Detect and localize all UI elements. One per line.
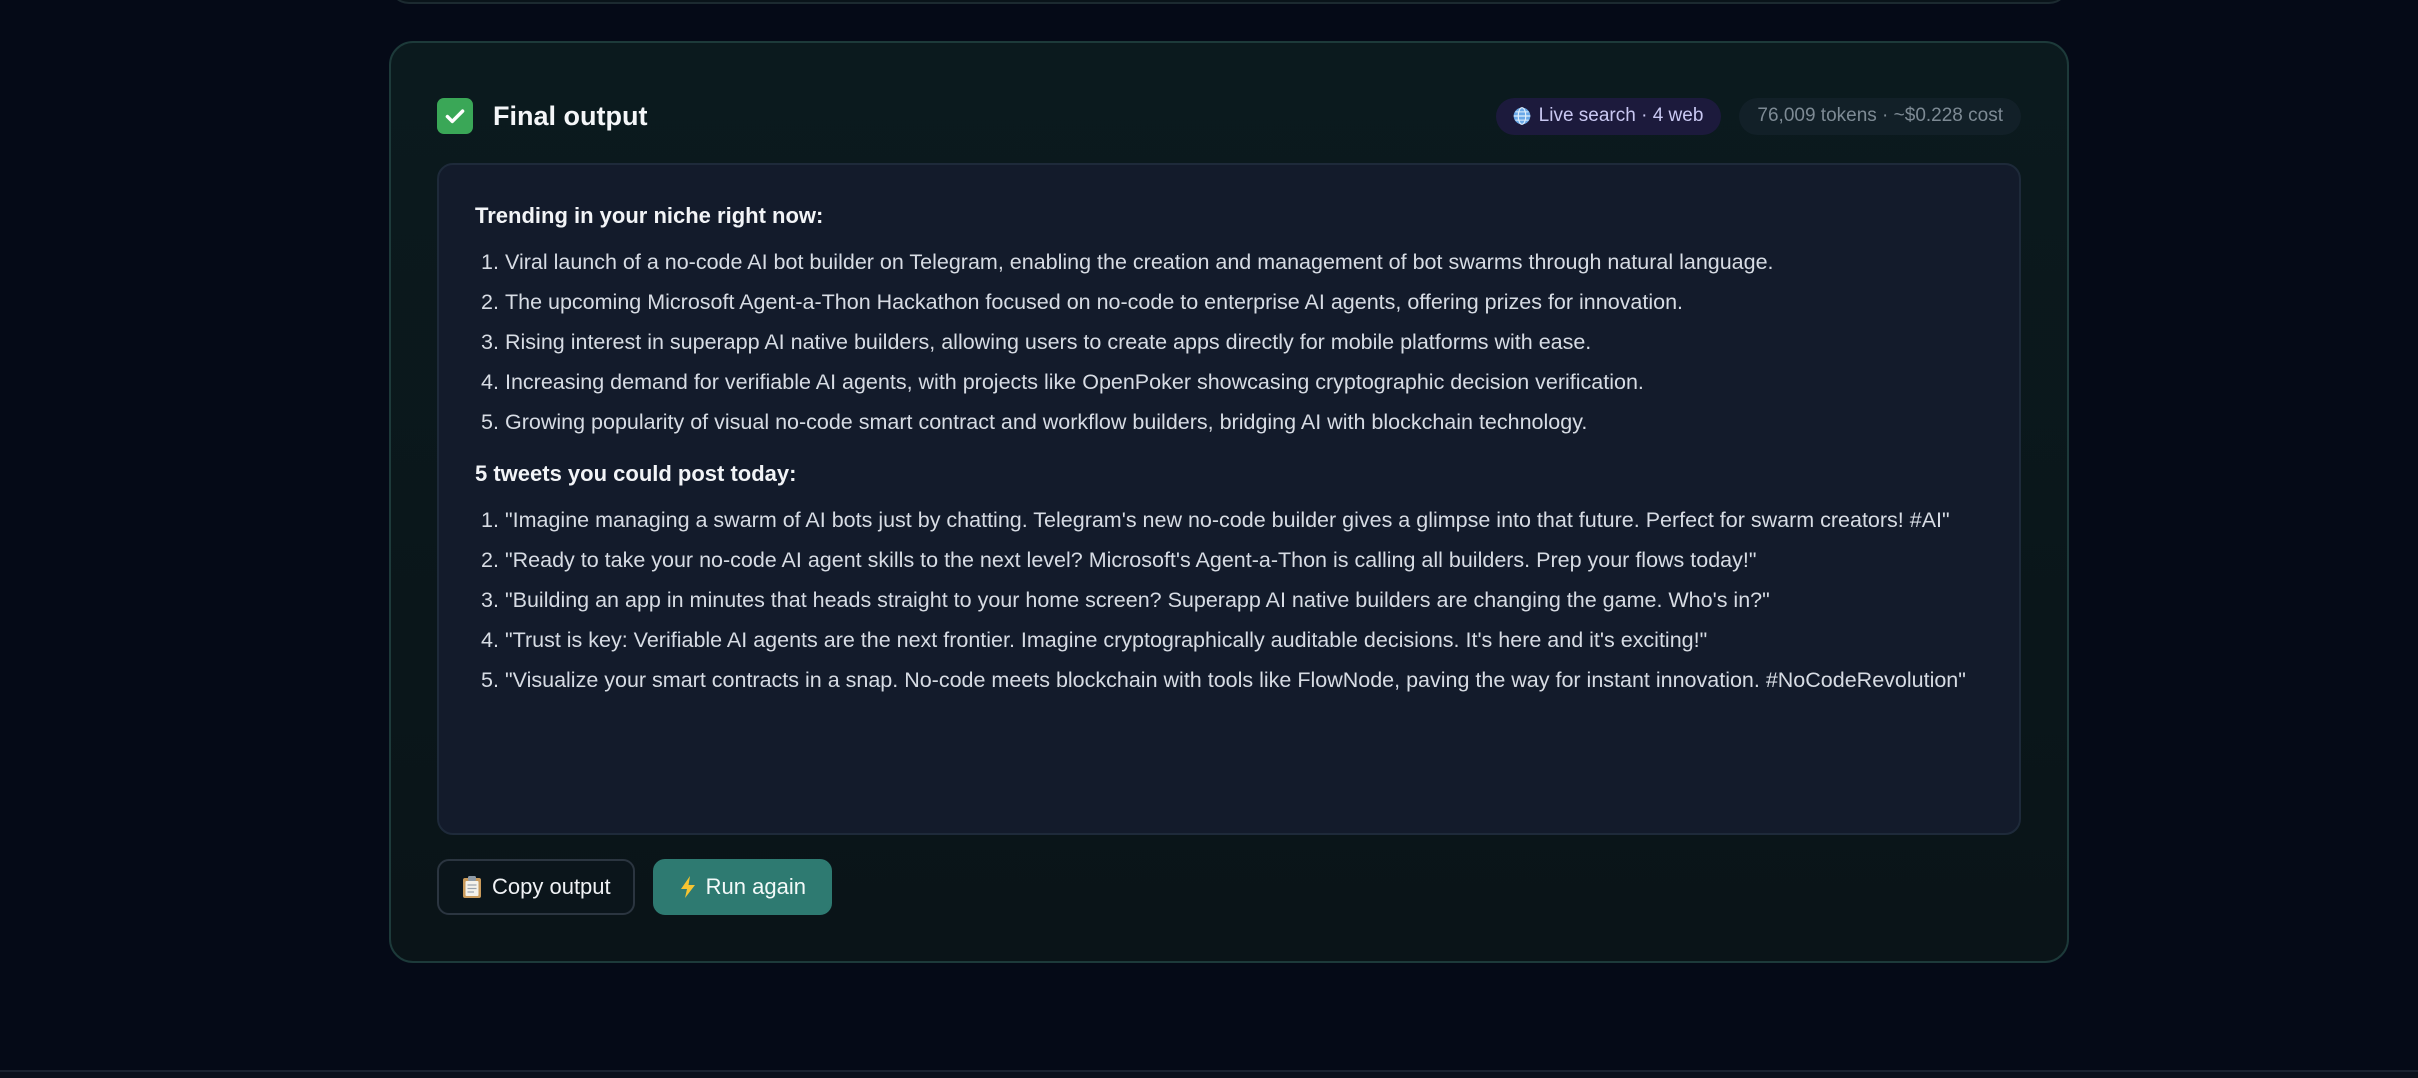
- output-panel: Trending in your niche right now: 1. Vira…: [437, 163, 2021, 835]
- list-number: 1.: [481, 508, 499, 532]
- action-bar: Copy output Run again: [437, 859, 832, 915]
- list-item: 4. "Trust is key: Verifiable AI agents ar…: [475, 623, 1983, 657]
- tweets-list: 1. "Imagine managing a swarm of AI bots j…: [475, 503, 1983, 697]
- list-number: 5.: [481, 668, 499, 692]
- live-search-label: Live search · 4 web: [1538, 105, 1704, 126]
- list-number: 4.: [481, 370, 499, 394]
- clipboard-icon: [463, 876, 481, 898]
- usage-badge: 76,009 tokens · ~$0.228 cost: [1739, 97, 2021, 135]
- list-item: 3. "Building an app in minutes that heads…: [475, 583, 1983, 617]
- copy-output-label: Copy output: [492, 874, 611, 899]
- lightning-icon: [680, 876, 695, 898]
- list-item: 3. Rising interest in superapp AI native …: [475, 325, 1983, 359]
- page: Final output Live search · 4 web 76,009 …: [0, 0, 2418, 1078]
- trending-title: Trending in your niche right now:: [475, 203, 824, 228]
- card-header: Final output Live search · 4 web 76,009 …: [437, 93, 2021, 139]
- list-number: 4.: [481, 628, 499, 652]
- list-item: 5. Growing popularity of visual no-code s…: [475, 405, 1983, 439]
- live-search-badge: Live search · 4 web: [1495, 97, 1722, 135]
- final-output-card: Final output Live search · 4 web 76,009 …: [389, 41, 2069, 963]
- copy-output-button[interactable]: Copy output: [437, 859, 635, 915]
- list-number: 3.: [481, 330, 499, 354]
- globe-icon: [1513, 107, 1530, 125]
- list-item: 5. "Visualize your smart contracts in a s…: [475, 663, 1983, 697]
- run-again-button[interactable]: Run again: [652, 859, 832, 915]
- list-number: 1.: [481, 250, 499, 274]
- list-number: 2.: [481, 548, 499, 572]
- list-item: 1. "Imagine managing a swarm of AI bots j…: [475, 503, 1983, 537]
- list-item: 1. Viral launch of a no-code AI bot build…: [475, 245, 1983, 279]
- tweets-title: 5 tweets you could post today:: [475, 461, 797, 486]
- trending-list: 1. Viral launch of a no-code AI bot build…: [475, 245, 1983, 439]
- list-item: 2. "Ready to take your no-code AI agent s…: [475, 543, 1983, 577]
- list-number: 5.: [481, 410, 499, 434]
- card-title: Final output: [493, 100, 648, 131]
- list-number: 3.: [481, 588, 499, 612]
- bottom-divider: [0, 1070, 2418, 1078]
- list-number: 2.: [481, 290, 499, 314]
- run-again-label: Run again: [705, 874, 806, 899]
- list-item: 2. The upcoming Microsoft Agent-a-Thon Ha…: [475, 285, 1983, 319]
- previous-card: [389, 0, 2069, 4]
- list-item: 4. Increasing demand for verifiable AI ag…: [475, 365, 1983, 399]
- check-mark-icon: [437, 98, 473, 134]
